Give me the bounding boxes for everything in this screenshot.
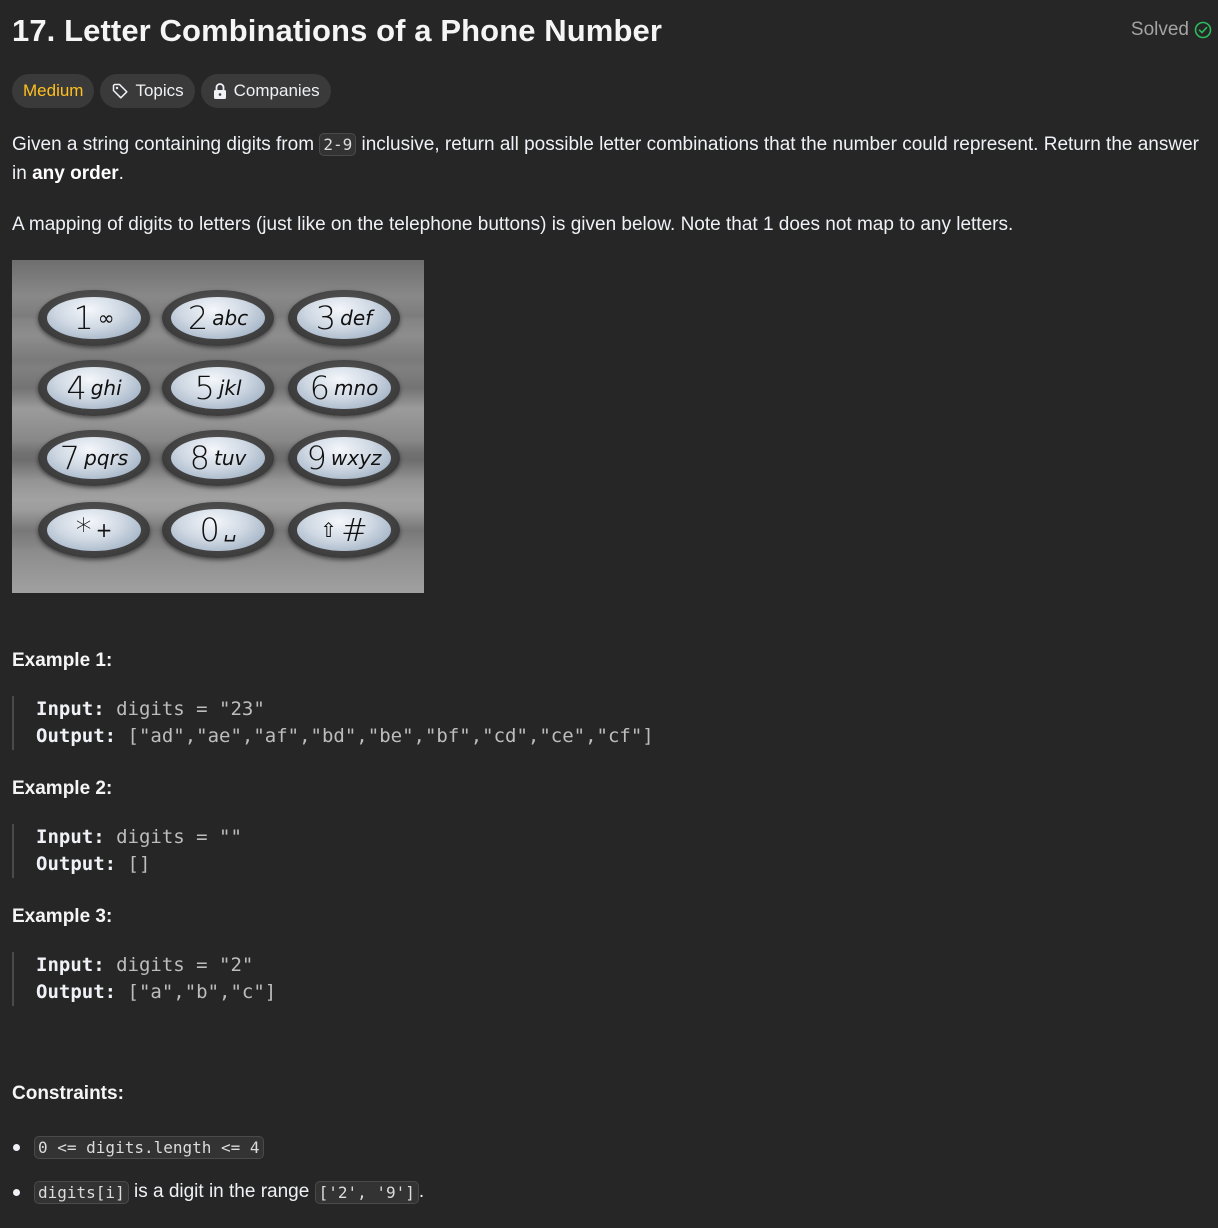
- keypad-key-face: 6 mno: [297, 367, 391, 409]
- keypad-letters: ␣: [223, 518, 237, 542]
- output-value: ["ad","ae","af","bd","be","bf","cd","ce"…: [127, 725, 654, 747]
- keypad-key-4: 4 ghi: [38, 360, 150, 416]
- companies-button[interactable]: Companies: [200, 74, 331, 108]
- description-text: Given a string containing digits from: [12, 134, 320, 155]
- keypad-key-5: 5 jkl: [162, 360, 274, 416]
- example-1-heading: Example 1:: [12, 650, 113, 671]
- keypad-key-face: 7 pqrs: [47, 437, 141, 479]
- input-value: digits = "23": [116, 698, 265, 720]
- example-1-block: Input: digits = "23" Output: ["ad","ae",…: [12, 696, 654, 750]
- difficulty-badge[interactable]: Medium: [12, 74, 95, 108]
- keypad-key-11: 0 ␣: [162, 502, 274, 558]
- solved-status: Solved: [1131, 19, 1212, 41]
- constraint-text: is a digit in the range: [128, 1181, 315, 1202]
- input-value: digits = "2": [116, 954, 254, 976]
- keypad-letters: tuv: [214, 446, 247, 470]
- tag-row: Medium Topics Companies: [12, 74, 331, 108]
- keypad-key-7: 7 pqrs: [38, 430, 150, 486]
- keypad-digit: 3: [315, 299, 337, 337]
- constraint-item: 0 <= digits.length <= 4: [12, 1130, 424, 1164]
- description-paragraph-1: Given a string containing digits from 2-…: [12, 130, 1202, 188]
- keypad-key-face: * +: [47, 509, 141, 551]
- example-2-heading: Example 2:: [12, 778, 113, 799]
- keypad-key-12: ⇧ #: [288, 502, 400, 558]
- keypad-letters: mno: [333, 376, 379, 400]
- inline-code: digits[i]: [34, 1180, 129, 1204]
- keypad-key-face: 4 ghi: [47, 367, 141, 409]
- keypad-key-face: 1 ∞: [47, 297, 141, 339]
- output-value: ["a","b","c"]: [127, 981, 277, 1003]
- keypad-digit: #: [340, 511, 368, 549]
- keypad-key-3: 3 def: [288, 290, 400, 346]
- input-label: Input:: [36, 698, 105, 720]
- constraint-item: digits[i] is a digit in the range ['2', …: [12, 1175, 424, 1209]
- keypad-key-2: 2 abc: [162, 290, 274, 346]
- keypad-key-10: * +: [38, 502, 150, 558]
- keypad-letters: ∞: [97, 306, 115, 330]
- keypad-key-face: 5 jkl: [171, 367, 265, 409]
- keypad-key-8: 8 tuv: [162, 430, 274, 486]
- keypad-digit: 1: [73, 299, 94, 337]
- topics-label: Topics: [135, 81, 184, 100]
- phone-keypad-image: 1 ∞ 2 abc 3 def 4 ghi 5 jkl 6 mno 7 pqrs 8 tuv 9 wxyz * +0 ␣…: [12, 260, 424, 593]
- keypad-digit: 6: [309, 369, 330, 407]
- keypad-letters: abc: [212, 306, 249, 330]
- inline-code: ['2', '9']: [314, 1180, 419, 1204]
- keypad-letters: jkl: [218, 376, 242, 400]
- problem-title: 17. Letter Combinations of a Phone Numbe…: [12, 13, 663, 48]
- example-2-block: Input: digits = "" Output: []: [12, 824, 242, 878]
- example-3-heading: Example 3:: [12, 906, 113, 927]
- output-label: Output:: [36, 853, 117, 875]
- lock-icon: [212, 82, 228, 100]
- keypad-digit: 8: [189, 439, 210, 477]
- companies-label: Companies: [233, 81, 320, 100]
- keypad-digit: 2: [187, 299, 209, 337]
- keypad-key-6: 6 mno: [288, 360, 400, 416]
- bullet-icon: [13, 1188, 20, 1196]
- output-value: []: [127, 853, 151, 875]
- keypad-letters: wxyz: [330, 446, 382, 470]
- keypad-digit: 0: [199, 511, 220, 549]
- output-label: Output:: [36, 981, 117, 1003]
- constraint-text: .: [418, 1181, 425, 1202]
- inline-code: 2-9: [319, 133, 357, 156]
- keypad-key-face: 9 wxyz: [297, 437, 391, 479]
- constraints-list: 0 <= digits.length <= 4 digits[i] is a d…: [12, 1130, 424, 1220]
- keypad-key-face: 2 abc: [171, 297, 265, 339]
- description-paragraph-2: A mapping of digits to letters (just lik…: [12, 214, 1014, 235]
- keypad-key-face: 8 tuv: [171, 437, 265, 479]
- inline-code: 0 <= digits.length <= 4: [34, 1135, 264, 1159]
- input-label: Input:: [36, 954, 105, 976]
- bullet-icon: [13, 1143, 20, 1151]
- example-3-block: Input: digits = "2" Output: ["a","b","c"…: [12, 952, 276, 1006]
- check-circle-icon: [1194, 21, 1212, 39]
- bold-text: any order: [32, 163, 119, 184]
- keypad-letters: ⇧: [320, 518, 337, 542]
- keypad-key-9: 9 wxyz: [288, 430, 400, 486]
- keypad-key-face: 3 def: [297, 297, 391, 339]
- solved-label: Solved: [1130, 19, 1189, 40]
- keypad-letters: pqrs: [84, 446, 129, 470]
- description-text: .: [118, 163, 124, 184]
- keypad-digit: 4: [66, 369, 87, 407]
- constraints-heading: Constraints:: [12, 1083, 124, 1104]
- keypad-letters: def: [340, 306, 373, 330]
- keypad-digit: 7: [59, 439, 81, 477]
- tag-icon: [111, 82, 129, 100]
- keypad-letters: +: [95, 518, 113, 542]
- keypad-key-face: ⇧ #: [297, 509, 391, 551]
- output-label: Output:: [36, 725, 117, 747]
- input-label: Input:: [36, 826, 105, 848]
- keypad-digit: *: [75, 511, 92, 549]
- keypad-digit: 5: [194, 369, 215, 407]
- topics-button[interactable]: Topics: [100, 74, 195, 108]
- input-value: digits = "": [116, 826, 242, 848]
- keypad-letters: ghi: [90, 376, 122, 400]
- keypad-key-1: 1 ∞: [38, 290, 150, 346]
- keypad-digit: 9: [306, 439, 327, 477]
- keypad-key-face: 0 ␣: [171, 509, 265, 551]
